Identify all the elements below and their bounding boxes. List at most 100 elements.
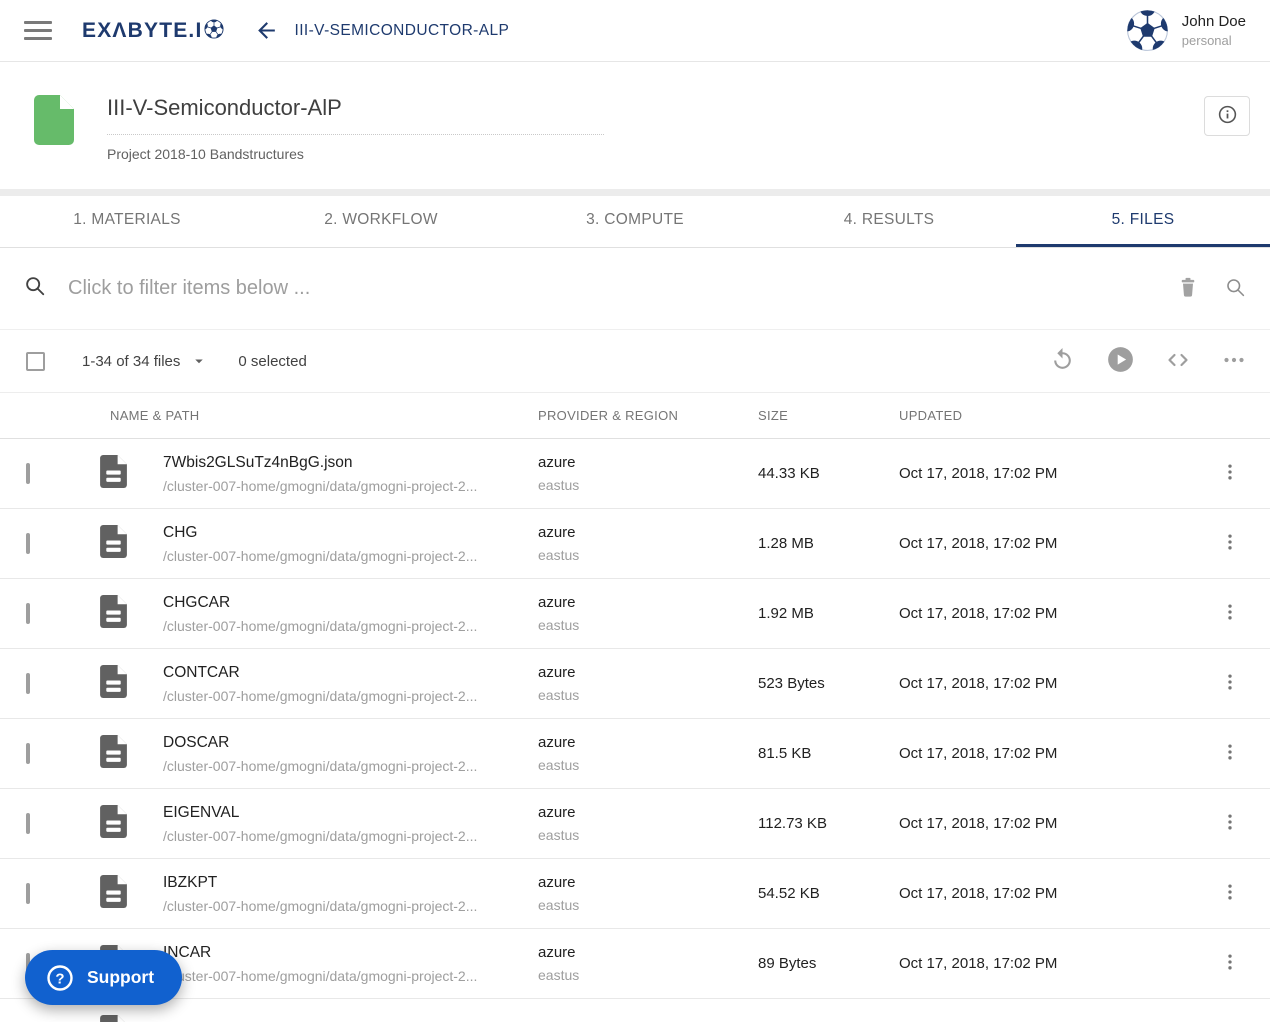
back-arrow-icon[interactable] (254, 18, 279, 43)
row-menu-button[interactable] (1220, 952, 1240, 975)
filter-bar (0, 248, 1270, 330)
file-provider: azure (538, 524, 576, 541)
support-button[interactable]: ? Support (25, 950, 183, 1005)
user-account-type: personal (1181, 33, 1232, 48)
file-name[interactable]: INCAR (163, 944, 538, 962)
filter-input[interactable] (68, 277, 1178, 300)
row-checkbox[interactable] (26, 672, 30, 694)
row-menu-button[interactable] (1220, 462, 1240, 485)
file-size: 44.33 KB (758, 465, 820, 482)
project-title[interactable]: III-V-Semiconductor-AlP (107, 95, 604, 135)
more-vertical-icon (1220, 532, 1240, 555)
pagination-dropdown[interactable]: 1-34 of 34 files (82, 352, 208, 370)
file-name[interactable]: DOSCAR (163, 734, 538, 752)
file-path: /cluster-007-home/gmogni/data/gmogni-pro… (163, 757, 478, 774)
row-checkbox[interactable] (26, 742, 30, 764)
file-icon (100, 524, 127, 562)
exabyte-logo[interactable]: EXΛBYTE.I (82, 18, 224, 44)
search-submit-button[interactable] (1225, 277, 1246, 301)
run-button[interactable] (1107, 346, 1134, 376)
file-name[interactable]: CONTCAR (163, 664, 538, 682)
section-divider (0, 189, 1270, 196)
table-row: CONTCAR /cluster-007-home/gmogni/data/gm… (0, 649, 1270, 719)
row-menu-button[interactable] (1220, 532, 1240, 555)
file-icon (100, 734, 127, 772)
select-all-checkbox[interactable] (26, 351, 45, 371)
file-name[interactable]: CHGCAR (163, 594, 538, 612)
file-provider: azure (538, 804, 576, 821)
workflow-tabs: 1. MATERIALS 2. WORKFLOW 3. COMPUTE 4. R… (0, 196, 1270, 248)
file-table-body: 7Wbis2GLSuTz4nBgG.json /cluster-007-home… (0, 439, 1270, 1022)
file-provider: azure (538, 734, 576, 751)
table-row: INCAR /cluster-007-home/gmogni/data/gmog… (0, 929, 1270, 999)
col-header-provider-region[interactable]: PROVIDER & REGION (538, 408, 758, 423)
file-name[interactable]: CHG (163, 524, 538, 542)
file-path: /cluster-007-home/gmogni/data/gmogni-pro… (163, 897, 478, 914)
file-name[interactable]: IBZKPT (163, 874, 538, 892)
tab-compute[interactable]: 3. COMPUTE (508, 196, 762, 247)
table-row: 7Wbis2GLSuTz4nBgG.json /cluster-007-home… (0, 439, 1270, 509)
project-file-icon (34, 95, 74, 189)
row-menu-button[interactable] (1220, 882, 1240, 905)
support-label: Support (87, 967, 155, 987)
table-header-row: NAME & PATH PROVIDER & REGION SIZE UPDAT… (0, 393, 1270, 439)
clear-filter-button[interactable] (1178, 276, 1198, 301)
file-path: /cluster-007-home/gmogni/data/gmogni-pro… (163, 547, 478, 564)
file-size: 1.92 MB (758, 605, 814, 622)
file-updated: Oct 17, 2018, 17:02 PM (899, 815, 1058, 832)
more-horizontal-icon (1222, 348, 1246, 375)
file-region: eastus (538, 827, 580, 843)
row-checkbox[interactable] (26, 462, 30, 484)
file-path: /cluster-007-home/gmogni/data/gmogni-pro… (163, 827, 478, 844)
table-row: DOSCAR /cluster-007-home/gmogni/data/gmo… (0, 719, 1270, 789)
table-row: EIGENVAL /cluster-007-home/gmogni/data/g… (0, 789, 1270, 859)
file-region: eastus (538, 967, 580, 983)
file-provider: azure (538, 454, 576, 471)
file-icon (100, 594, 127, 632)
file-icon (100, 804, 127, 842)
file-name[interactable]: 7Wbis2GLSuTz4nBgG.json (163, 454, 538, 472)
tab-results[interactable]: 4. RESULTS (762, 196, 1016, 247)
tab-workflow[interactable]: 2. WORKFLOW (254, 196, 508, 247)
breadcrumb: III-V-SEMICONDUCTOR-ALP (294, 21, 510, 39)
col-header-name-path[interactable]: NAME & PATH (74, 408, 538, 423)
row-checkbox[interactable] (26, 882, 30, 904)
file-path: /cluster-007-home/gmogni/data/gmogni-pro… (163, 967, 478, 984)
row-checkbox[interactable] (26, 602, 30, 624)
play-circle-icon (1107, 346, 1134, 376)
refresh-button[interactable] (1050, 347, 1075, 375)
row-menu-button[interactable] (1220, 812, 1240, 835)
col-header-size[interactable]: SIZE (758, 408, 899, 423)
tab-files[interactable]: 5. FILES (1016, 196, 1270, 247)
file-provider: azure (538, 664, 576, 681)
info-button[interactable] (1204, 96, 1250, 136)
more-actions-button[interactable] (1222, 348, 1246, 375)
row-menu-button[interactable] (1220, 672, 1240, 695)
row-checkbox[interactable] (26, 532, 30, 554)
file-name[interactable]: EIGENVAL (163, 804, 538, 822)
avatar[interactable] (1126, 9, 1169, 52)
row-menu-button[interactable] (1220, 742, 1240, 765)
file-icon (100, 454, 127, 492)
project-subtitle: Project 2018-10 Bandstructures (107, 146, 304, 162)
svg-text:?: ? (55, 970, 64, 987)
row-checkbox[interactable] (26, 812, 30, 834)
file-path: /cluster-007-home/gmogni/data/gmogni-pro… (163, 477, 478, 494)
app-bar: EXΛBYTE.I III-V-SEMICONDUCTOR-ALP John D… (0, 0, 1270, 62)
refresh-icon (1050, 347, 1075, 375)
file-provider: azure (538, 944, 576, 961)
table-row: CHG /cluster-007-home/gmogni/data/gmogni… (0, 509, 1270, 579)
file-size: 81.5 KB (758, 745, 812, 762)
file-updated: Oct 17, 2018, 17:02 PM (899, 885, 1058, 902)
tab-materials[interactable]: 1. MATERIALS (0, 196, 254, 247)
menu-icon[interactable] (24, 21, 52, 40)
col-header-updated[interactable]: UPDATED (899, 408, 1190, 423)
file-size: 89 Bytes (758, 955, 817, 972)
code-view-button[interactable] (1166, 348, 1190, 375)
list-toolbar: 1-34 of 34 files 0 selected (0, 330, 1270, 393)
row-menu-button[interactable] (1220, 602, 1240, 625)
file-path: /cluster-007-home/gmogni/data/gmogni-pro… (163, 687, 478, 704)
file-icon (100, 874, 127, 912)
more-vertical-icon (1220, 462, 1240, 485)
file-size: 112.73 KB (758, 815, 827, 832)
